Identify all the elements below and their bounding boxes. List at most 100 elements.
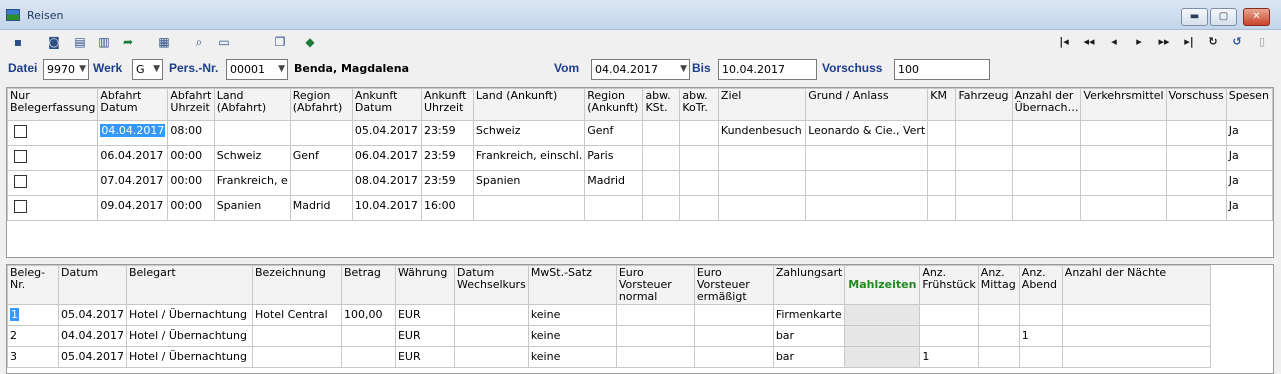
column-header-belegart[interactable]: Belegart bbox=[125, 265, 253, 305]
cell-anz-fruehstueck[interactable] bbox=[919, 325, 979, 347]
cell-land-abfahrt[interactable]: Spanien bbox=[213, 195, 291, 221]
cell-grund-anlass[interactable] bbox=[805, 195, 929, 221]
belegerfassung-checkbox[interactable] bbox=[14, 175, 27, 188]
cell-abw-kst[interactable] bbox=[642, 195, 681, 221]
table-row[interactable]: 1 05.04.2017 Hotel / Übernachtung Hotel Cen… bbox=[7, 304, 1211, 326]
cell-belegart[interactable]: Hotel / Übernachtung bbox=[125, 346, 253, 368]
cell-anz-abend[interactable]: 1 bbox=[1018, 325, 1063, 347]
cell-vorschuss[interactable] bbox=[1165, 145, 1227, 171]
cell-abfahrt-uhrzeit[interactable]: 08:00 bbox=[167, 120, 215, 146]
cell-abfahrt-datum[interactable]: 04.04.2017 bbox=[97, 120, 169, 146]
column-header-vorschuss[interactable]: Vorschuss bbox=[1165, 88, 1227, 121]
bis-input[interactable]: 10.04.2017 bbox=[718, 59, 817, 80]
cell-land-abfahrt[interactable]: Frankreich, e bbox=[213, 170, 291, 196]
cell-mahlzeiten[interactable] bbox=[844, 325, 921, 347]
cell-waehrung[interactable]: EUR bbox=[394, 325, 455, 347]
cell-ziel[interactable] bbox=[717, 145, 807, 171]
column-header-abw-kst[interactable]: abw. KSt. bbox=[642, 88, 681, 121]
cell-mahlzeiten[interactable] bbox=[844, 346, 921, 368]
cell-anzahl-der-naechte[interactable] bbox=[1061, 346, 1211, 368]
cell-km[interactable] bbox=[927, 145, 957, 171]
cell-euro-vorsteuer-normal[interactable] bbox=[615, 346, 695, 368]
cell-euro-vorsteuer-normal[interactable] bbox=[615, 325, 695, 347]
cell-datum[interactable]: 05.04.2017 bbox=[58, 304, 127, 326]
splitter[interactable] bbox=[0, 258, 1281, 263]
prev-page-icon[interactable]: ◂◂ bbox=[1080, 34, 1098, 50]
cell-region-ankunft[interactable]: Madrid bbox=[584, 170, 644, 196]
column-header-betrag[interactable]: Betrag bbox=[340, 265, 396, 305]
cell-abw-kst[interactable] bbox=[642, 170, 681, 196]
cell-spesen[interactable]: Ja bbox=[1225, 120, 1273, 146]
cell-km[interactable] bbox=[927, 170, 957, 196]
column-header-nur-belegerfassung[interactable]: Nur Belegerfassung bbox=[7, 88, 99, 121]
cell-abfahrt-uhrzeit[interactable]: 00:00 bbox=[167, 145, 215, 171]
cell-mwst-satz[interactable]: keine bbox=[527, 325, 617, 347]
cell-bezeichnung[interactable] bbox=[251, 346, 342, 368]
column-header-abw-kotr[interactable]: abw. KoTr. bbox=[679, 88, 719, 121]
save-icon[interactable]: ▪ bbox=[10, 34, 26, 50]
cell-region-ankunft[interactable]: Paris bbox=[584, 145, 644, 171]
cell-datum-wechselkurs[interactable] bbox=[453, 346, 529, 368]
cell-betrag[interactable] bbox=[340, 325, 396, 347]
persnr-select[interactable]: 00001 ▼ bbox=[226, 59, 288, 80]
belegerfassung-checkbox[interactable] bbox=[14, 150, 27, 163]
column-header-abfahrt-uhrzeit[interactable]: Abfahrt Uhrzeit bbox=[167, 88, 215, 121]
cell-anz-mittag[interactable] bbox=[977, 346, 1020, 368]
cell-vorschuss[interactable] bbox=[1165, 195, 1227, 221]
next-page-icon[interactable]: ▸▸ bbox=[1155, 34, 1173, 50]
cell-region-ankunft[interactable]: Genf bbox=[584, 120, 644, 146]
cell-km[interactable] bbox=[927, 120, 957, 146]
maximize-button[interactable]: ▢ bbox=[1210, 8, 1237, 26]
cell-verkehrsmittel[interactable] bbox=[1080, 145, 1167, 171]
cell-fahrzeug[interactable] bbox=[955, 120, 1013, 146]
cell-abfahrt-datum[interactable]: 07.04.2017 bbox=[97, 170, 169, 196]
cell-anzahl-der-uebernach[interactable] bbox=[1011, 145, 1082, 171]
cell-grund-anlass[interactable] bbox=[805, 145, 929, 171]
cell-fahrzeug[interactable] bbox=[955, 195, 1013, 221]
column-header-datum-wechselkurs[interactable]: Datum Wechselkurs bbox=[453, 265, 529, 305]
cell-nur-belegerfassung[interactable] bbox=[7, 120, 99, 146]
cell-datum[interactable]: 04.04.2017 bbox=[58, 325, 127, 347]
column-header-anz-mittag[interactable]: Anz. Mittag bbox=[977, 265, 1020, 305]
cell-waehrung[interactable]: EUR bbox=[394, 304, 455, 326]
cell-anzahl-der-naechte[interactable] bbox=[1061, 304, 1211, 326]
cell-ziel[interactable] bbox=[717, 195, 807, 221]
column-header-land-ankunft[interactable]: Land (Ankunft) bbox=[472, 88, 586, 121]
copy-icon[interactable]: ❐ bbox=[272, 34, 288, 50]
cell-ankunft-datum[interactable]: 08.04.2017 bbox=[351, 170, 422, 196]
column-header-spesen[interactable]: Spesen bbox=[1225, 88, 1273, 121]
column-header-anzahl-der-naechte[interactable]: Anzahl der Nächte bbox=[1061, 265, 1211, 305]
cell-nur-belegerfassung[interactable] bbox=[7, 195, 99, 221]
cell-euro-vorsteuer-ermaessigt[interactable] bbox=[693, 346, 774, 368]
cell-abfahrt-datum[interactable]: 06.04.2017 bbox=[97, 145, 169, 171]
column-header-mahlzeiten[interactable]: Mahlzeiten bbox=[844, 265, 921, 305]
belegerfassung-checkbox[interactable] bbox=[14, 200, 27, 213]
column-header-region-abfahrt[interactable]: Region (Abfahrt) bbox=[289, 88, 353, 121]
cell-betrag[interactable]: 100,00 bbox=[340, 304, 396, 326]
column-header-anz-fruehstueck[interactable]: Anz. Frühstück bbox=[919, 265, 979, 305]
cell-zahlungsart[interactable]: bar bbox=[772, 346, 846, 368]
cell-abw-kotr[interactable] bbox=[679, 145, 719, 171]
cell-beleg-nr[interactable]: 1 bbox=[7, 304, 59, 326]
cell-anz-mittag[interactable] bbox=[977, 304, 1020, 326]
cell-anz-abend[interactable] bbox=[1018, 346, 1063, 368]
cell-euro-vorsteuer-ermaessigt[interactable] bbox=[693, 325, 774, 347]
column-header-waehrung[interactable]: Währung bbox=[394, 265, 455, 305]
cell-beleg-nr[interactable]: 2 bbox=[7, 325, 59, 347]
print-icon[interactable]: ▤ bbox=[72, 34, 88, 50]
cell-betrag[interactable] bbox=[340, 346, 396, 368]
calculator-icon[interactable]: ▦ bbox=[156, 34, 172, 50]
cell-mwst-satz[interactable]: keine bbox=[527, 346, 617, 368]
cell-nur-belegerfassung[interactable] bbox=[7, 145, 99, 171]
column-header-km[interactable]: KM bbox=[927, 88, 957, 121]
cell-verkehrsmittel[interactable] bbox=[1080, 195, 1167, 221]
column-header-datum[interactable]: Datum bbox=[58, 265, 127, 305]
cell-anz-abend[interactable] bbox=[1018, 304, 1063, 326]
cell-abw-kst[interactable] bbox=[642, 120, 681, 146]
werk-select[interactable]: G ▼ bbox=[132, 59, 163, 80]
preview-icon[interactable]: ◙ bbox=[46, 34, 62, 50]
column-header-zahlungsart[interactable]: Zahlungsart bbox=[772, 265, 846, 305]
column-header-mwst-satz[interactable]: MwSt.-Satz bbox=[527, 265, 617, 305]
cell-ankunft-uhrzeit[interactable]: 23:59 bbox=[420, 120, 474, 146]
datei-select[interactable]: 9970 ▼ bbox=[43, 59, 89, 80]
